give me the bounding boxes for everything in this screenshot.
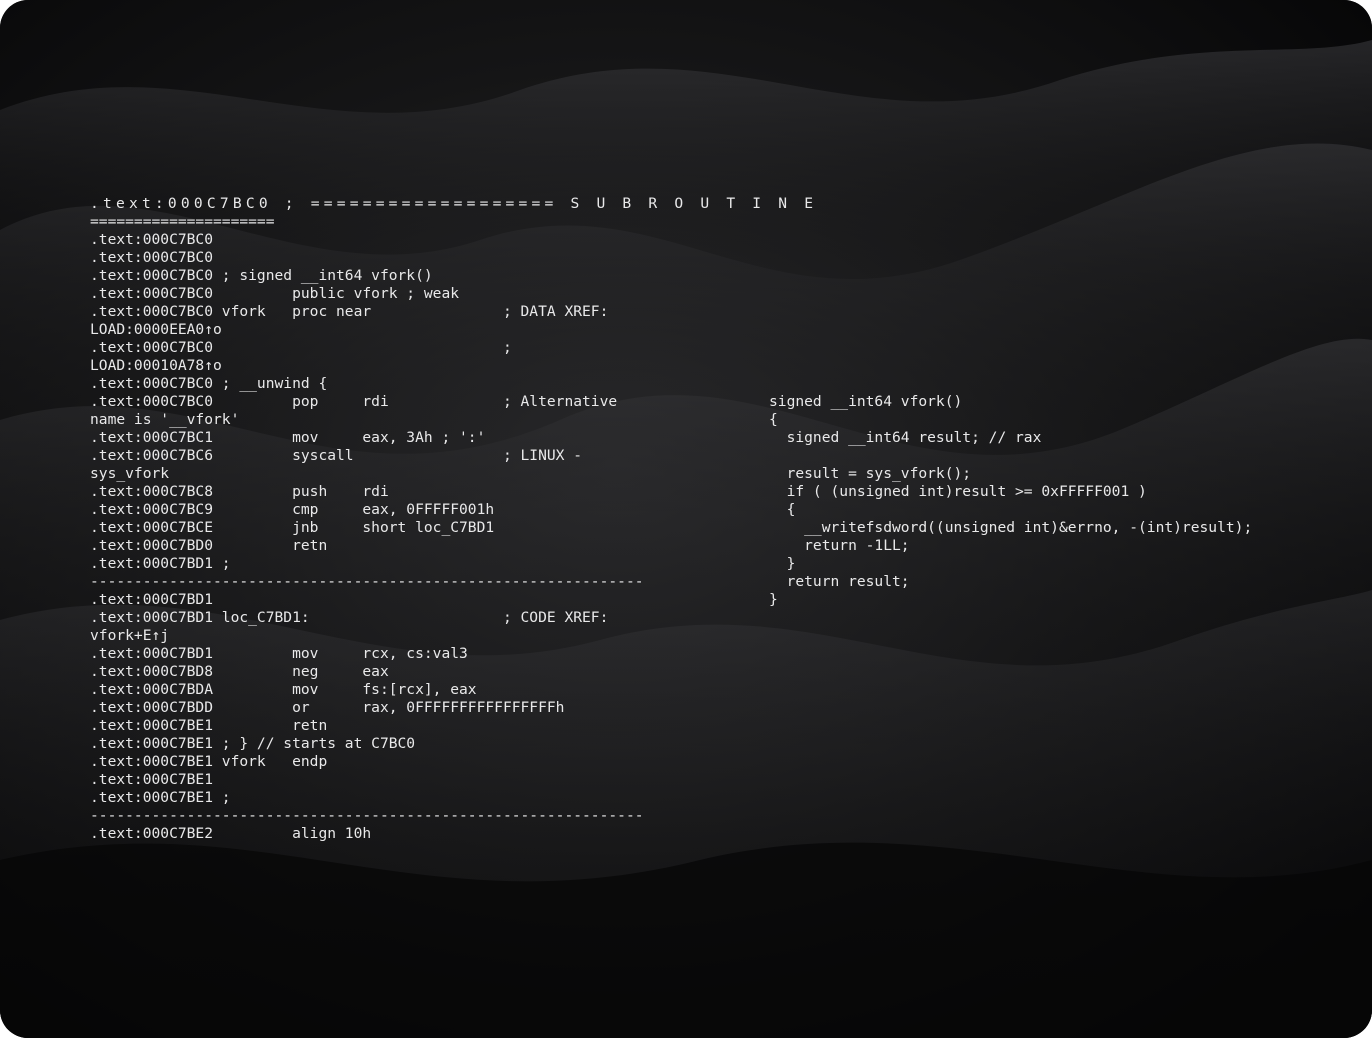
pseudocode-line: }	[769, 591, 778, 608]
asm-line: .text:000C7BC8 push rdi	[90, 483, 389, 500]
pseudocode-line: return -1LL;	[769, 537, 910, 554]
asm-line: .text:000C7BE1	[90, 771, 214, 788]
asm-line: .text:000C7BC6 syscall ; LINUX -	[90, 447, 583, 464]
asm-line: .text:000C7BE1 retn	[90, 717, 328, 734]
decompiled-pseudocode: signed __int64 vfork(){ signed __int64 r…	[769, 393, 1329, 609]
pseudocode-line: __writefsdword((unsigned int)&errno, -(i…	[769, 519, 1253, 536]
pseudocode-line: {	[769, 501, 796, 518]
asm-line: .text:000C7BDA mov fs:[rcx], eax	[90, 681, 477, 698]
asm-separator: ----------------------------------------…	[90, 807, 644, 824]
asm-line: .text:000C7BD0 retn	[90, 537, 328, 554]
pseudocode-line: {	[769, 411, 778, 428]
asm-line: .text:000C7BC0 ; __unwind {	[90, 375, 328, 392]
asm-line: .text:000C7BD8 neg eax	[90, 663, 389, 680]
asm-line: .text:000C7BD1 mov rcx, cs:val3	[90, 645, 468, 662]
asm-line: .text:000C7BC9 cmp eax, 0FFFFF001h	[90, 501, 495, 518]
asm-line: =====================	[90, 213, 275, 230]
disassembly-listing: .text:000C7BC0 ; =================== S U…	[90, 195, 818, 843]
asm-line: LOAD:00010A78↑o	[90, 357, 222, 374]
asm-line: .text:000C7BC0 pop rdi ; Alternative	[90, 393, 618, 410]
pseudocode-line: result = sys_vfork();	[769, 465, 972, 482]
asm-line: vfork+E↑j	[90, 627, 170, 644]
asm-line: name is '__vfork'	[90, 411, 240, 428]
asm-line: .text:000C7BE1 ; } // starts at C7BC0	[90, 735, 416, 752]
asm-line: .text:000C7BC0 vfork proc near ; DATA XR…	[90, 303, 609, 320]
pseudocode-line: if ( (unsigned int)result >= 0xFFFFF001 …	[769, 483, 1147, 500]
code-showcase-frame: .text:000C7BC0 ; =================== S U…	[0, 0, 1372, 1038]
pseudocode-line: return result;	[769, 573, 910, 590]
pseudocode-line: signed __int64 result; // rax	[769, 429, 1042, 446]
asm-line: .text:000C7BC0 ; =================== S U…	[90, 195, 818, 212]
pseudocode-line: }	[769, 555, 796, 572]
asm-line: .text:000C7BE2 align 10h	[90, 825, 372, 842]
asm-line: LOAD:0000EEA0↑o	[90, 321, 222, 338]
asm-line: .text:000C7BC0 ; signed __int64 vfork()	[90, 267, 433, 284]
asm-line: .text:000C7BC1 mov eax, 3Ah ; ':'	[90, 429, 486, 446]
asm-line: .text:000C7BD1 loc_C7BD1: ; CODE XREF:	[90, 609, 609, 626]
asm-line: .text:000C7BC0 ;	[90, 339, 512, 356]
pseudocode-line	[769, 447, 1329, 465]
asm-line: .text:000C7BE1 ;	[90, 789, 231, 806]
asm-line: .text:000C7BCE jnb short loc_C7BD1	[90, 519, 495, 536]
asm-line: .text:000C7BC0	[90, 231, 214, 248]
asm-line: .text:000C7BDD or rax, 0FFFFFFFFFFFFFFFF…	[90, 699, 565, 716]
asm-line: .text:000C7BD1	[90, 591, 214, 608]
asm-separator: ----------------------------------------…	[90, 573, 644, 590]
asm-line: .text:000C7BC0	[90, 249, 214, 266]
asm-line: .text:000C7BC0 public vfork ; weak	[90, 285, 460, 302]
asm-line: .text:000C7BE1 vfork endp	[90, 753, 328, 770]
pseudocode-line: signed __int64 vfork()	[769, 393, 963, 410]
asm-line: .text:000C7BD1 ;	[90, 555, 231, 572]
asm-line: sys_vfork	[90, 465, 170, 482]
